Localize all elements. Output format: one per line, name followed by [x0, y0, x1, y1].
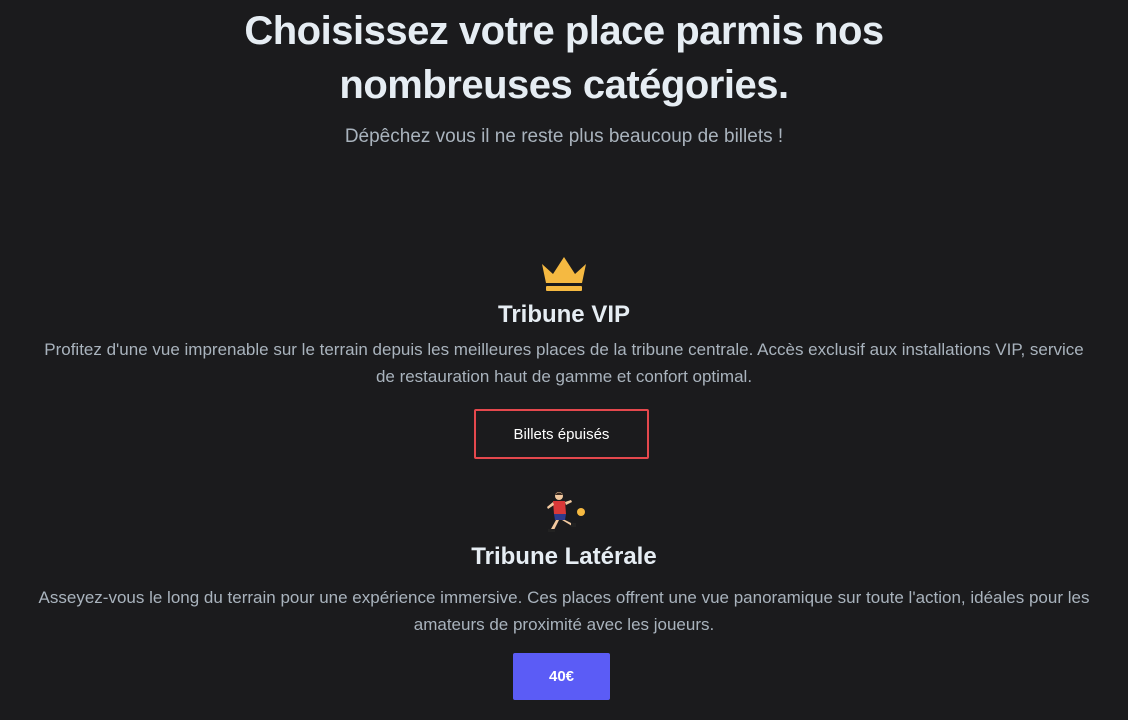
- page-title-line-1: Choisissez votre place parmis nos: [244, 9, 884, 53]
- category-description: Profitez d'une vue imprenable sur le ter…: [44, 340, 1084, 386]
- soccer-player-icon: [547, 492, 585, 532]
- category-title: Tribune Latérale: [471, 543, 657, 570]
- category-card-laterale: Tribune Latérale Asseyez-vous le long du…: [0, 490, 1128, 638]
- page-title: Choisissez votre place parmis nos nombre…: [0, 4, 1128, 112]
- category-description: Asseyez-vous le long du terrain pour une…: [38, 588, 1090, 634]
- page-title-line-2: nombreuses catégories.: [339, 63, 789, 107]
- sold-out-button[interactable]: Billets épuisés: [474, 409, 649, 459]
- category-card-vip: Tribune VIP Profitez d'une vue imprenabl…: [0, 254, 1128, 390]
- category-title: Tribune VIP: [497, 301, 631, 328]
- crown-icon: [542, 257, 586, 291]
- buy-ticket-button[interactable]: 40€: [513, 653, 610, 700]
- page-subtitle: Dépêchez vous il ne reste plus beaucoup …: [344, 126, 784, 147]
